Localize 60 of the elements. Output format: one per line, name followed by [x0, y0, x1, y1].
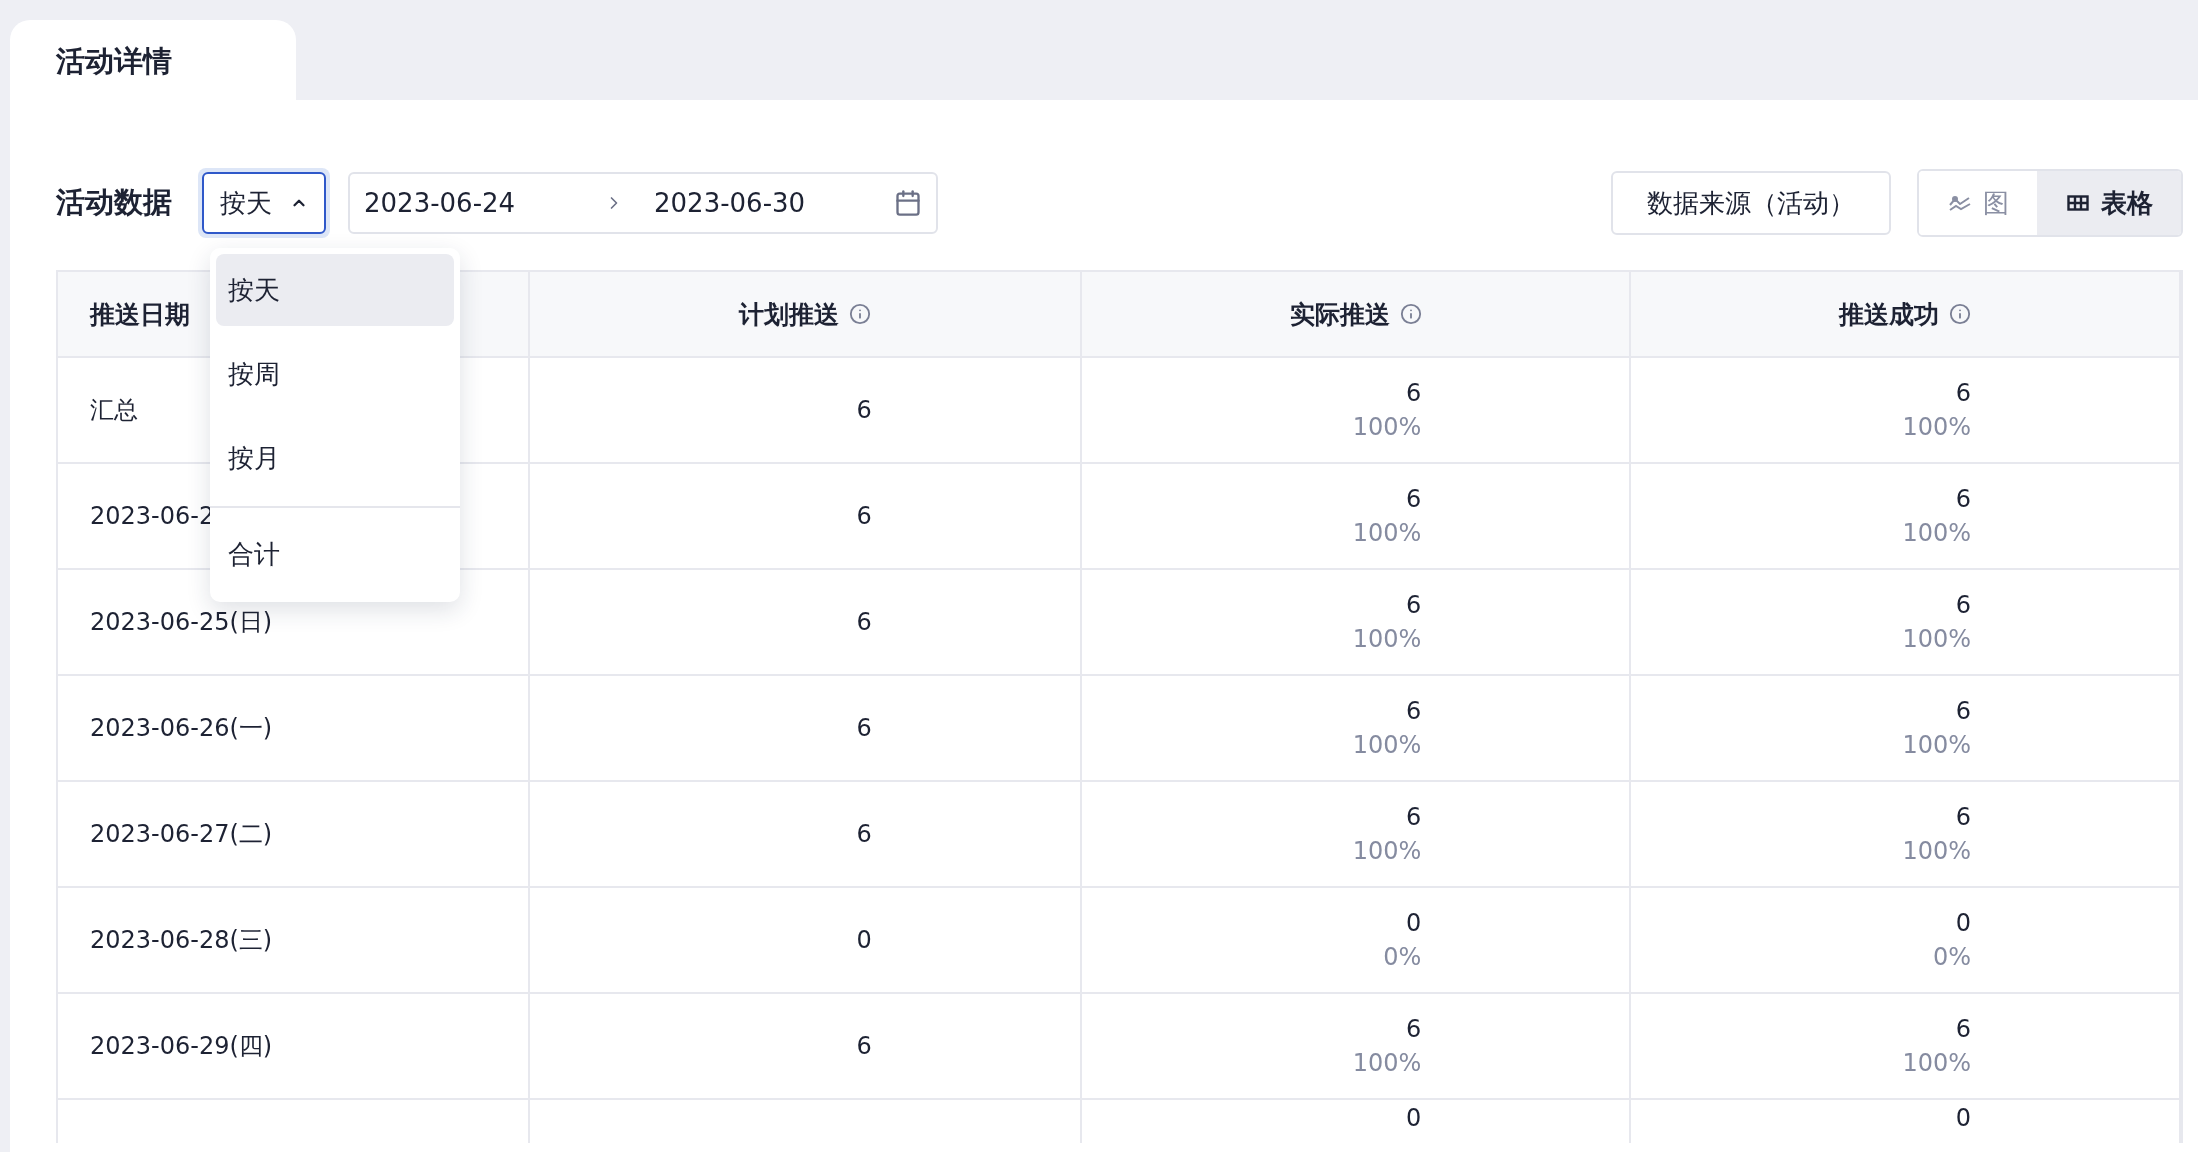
page-tab[interactable]: 活动详情: [10, 20, 296, 100]
date-cell: 2023-06-26(一): [58, 675, 530, 781]
success-cell: 6 100%: [1630, 993, 2180, 1099]
date-cell: 2023-06-27(二): [58, 781, 530, 887]
actual-cell: 0 0%: [1080, 887, 1631, 993]
date-cell: 2023-06-28(三): [58, 887, 530, 993]
rate-text: 0%: [1382, 942, 1422, 973]
granularity-select[interactable]: 按天: [202, 172, 326, 234]
actual-cell: 6 100%: [1080, 993, 1631, 1099]
success-cell: 0: [1630, 1099, 2180, 1143]
planned-cell: 6: [529, 675, 1081, 781]
rate-text: 100%: [1901, 1048, 1971, 1079]
actual-cell: 6 100%: [1080, 781, 1631, 887]
actual-cell: 6 100%: [1080, 357, 1631, 463]
actual-cell: 6 100%: [1080, 569, 1631, 675]
date-range-field[interactable]: 2023-06-24 2023-06-30: [348, 172, 938, 234]
planned-cell: 6: [529, 993, 1081, 1099]
rate-text: 100%: [1351, 518, 1422, 549]
rate-text: 100%: [1901, 412, 1971, 443]
actual-cell: 6 100%: [1080, 675, 1631, 781]
success-cell: 0 0%: [1630, 887, 2180, 993]
dropdown-option[interactable]: 按天: [216, 254, 454, 326]
column-title: 实际推送: [1289, 298, 1390, 331]
date-cell: 2023-06-29(四): [58, 993, 530, 1099]
rate-text: 100%: [1901, 518, 1971, 549]
column-title: 推送成功: [1839, 298, 1940, 331]
rate-text: 100%: [1901, 624, 1971, 655]
planned-cell: 6: [529, 781, 1081, 887]
table-icon: [2067, 195, 2089, 211]
planned-cell: 6: [529, 569, 1081, 675]
start-date: 2023-06-24: [364, 188, 517, 218]
success-cell: 6 100%: [1630, 781, 2180, 887]
planned-cell: 6: [529, 357, 1081, 463]
date-cell: 2023-06-25(日): [58, 569, 530, 675]
line-chart-icon: [1949, 195, 1971, 211]
success-cell: 6 100%: [1630, 569, 2180, 675]
calendar-icon: [894, 189, 922, 217]
success-cell: 6 100%: [1630, 357, 2180, 463]
success-cell: 6 100%: [1630, 463, 2180, 569]
rate-text: 100%: [1351, 1048, 1422, 1079]
end-date: 2023-06-30: [654, 188, 807, 218]
rate-text: 100%: [1901, 836, 1971, 867]
rate-text: 100%: [1901, 730, 1971, 761]
column-title: 推送日期: [90, 298, 190, 331]
planned-cell: 0: [529, 887, 1081, 993]
data-source-button[interactable]: 数据来源（活动）: [1611, 171, 1891, 235]
column-title: 计划推送: [738, 298, 839, 331]
rate-text: 100%: [1351, 836, 1422, 867]
actual-cell: 6 100%: [1080, 463, 1631, 569]
success-cell: 6 100%: [1630, 675, 2180, 781]
planned-cell: 6: [529, 463, 1081, 569]
rate-text: 100%: [1351, 624, 1422, 655]
dropdown-option[interactable]: 按周: [216, 338, 454, 410]
dropdown-option[interactable]: 按月: [216, 422, 454, 494]
actual-cell: 0: [1080, 1099, 1631, 1143]
section-title: 活动数据: [56, 184, 172, 221]
view-toggle-button[interactable]: 表格: [2037, 171, 2181, 235]
rate-text: 100%: [1351, 412, 1422, 443]
rate-text: 100%: [1351, 730, 1422, 761]
rate-text: 0%: [1931, 942, 1971, 973]
